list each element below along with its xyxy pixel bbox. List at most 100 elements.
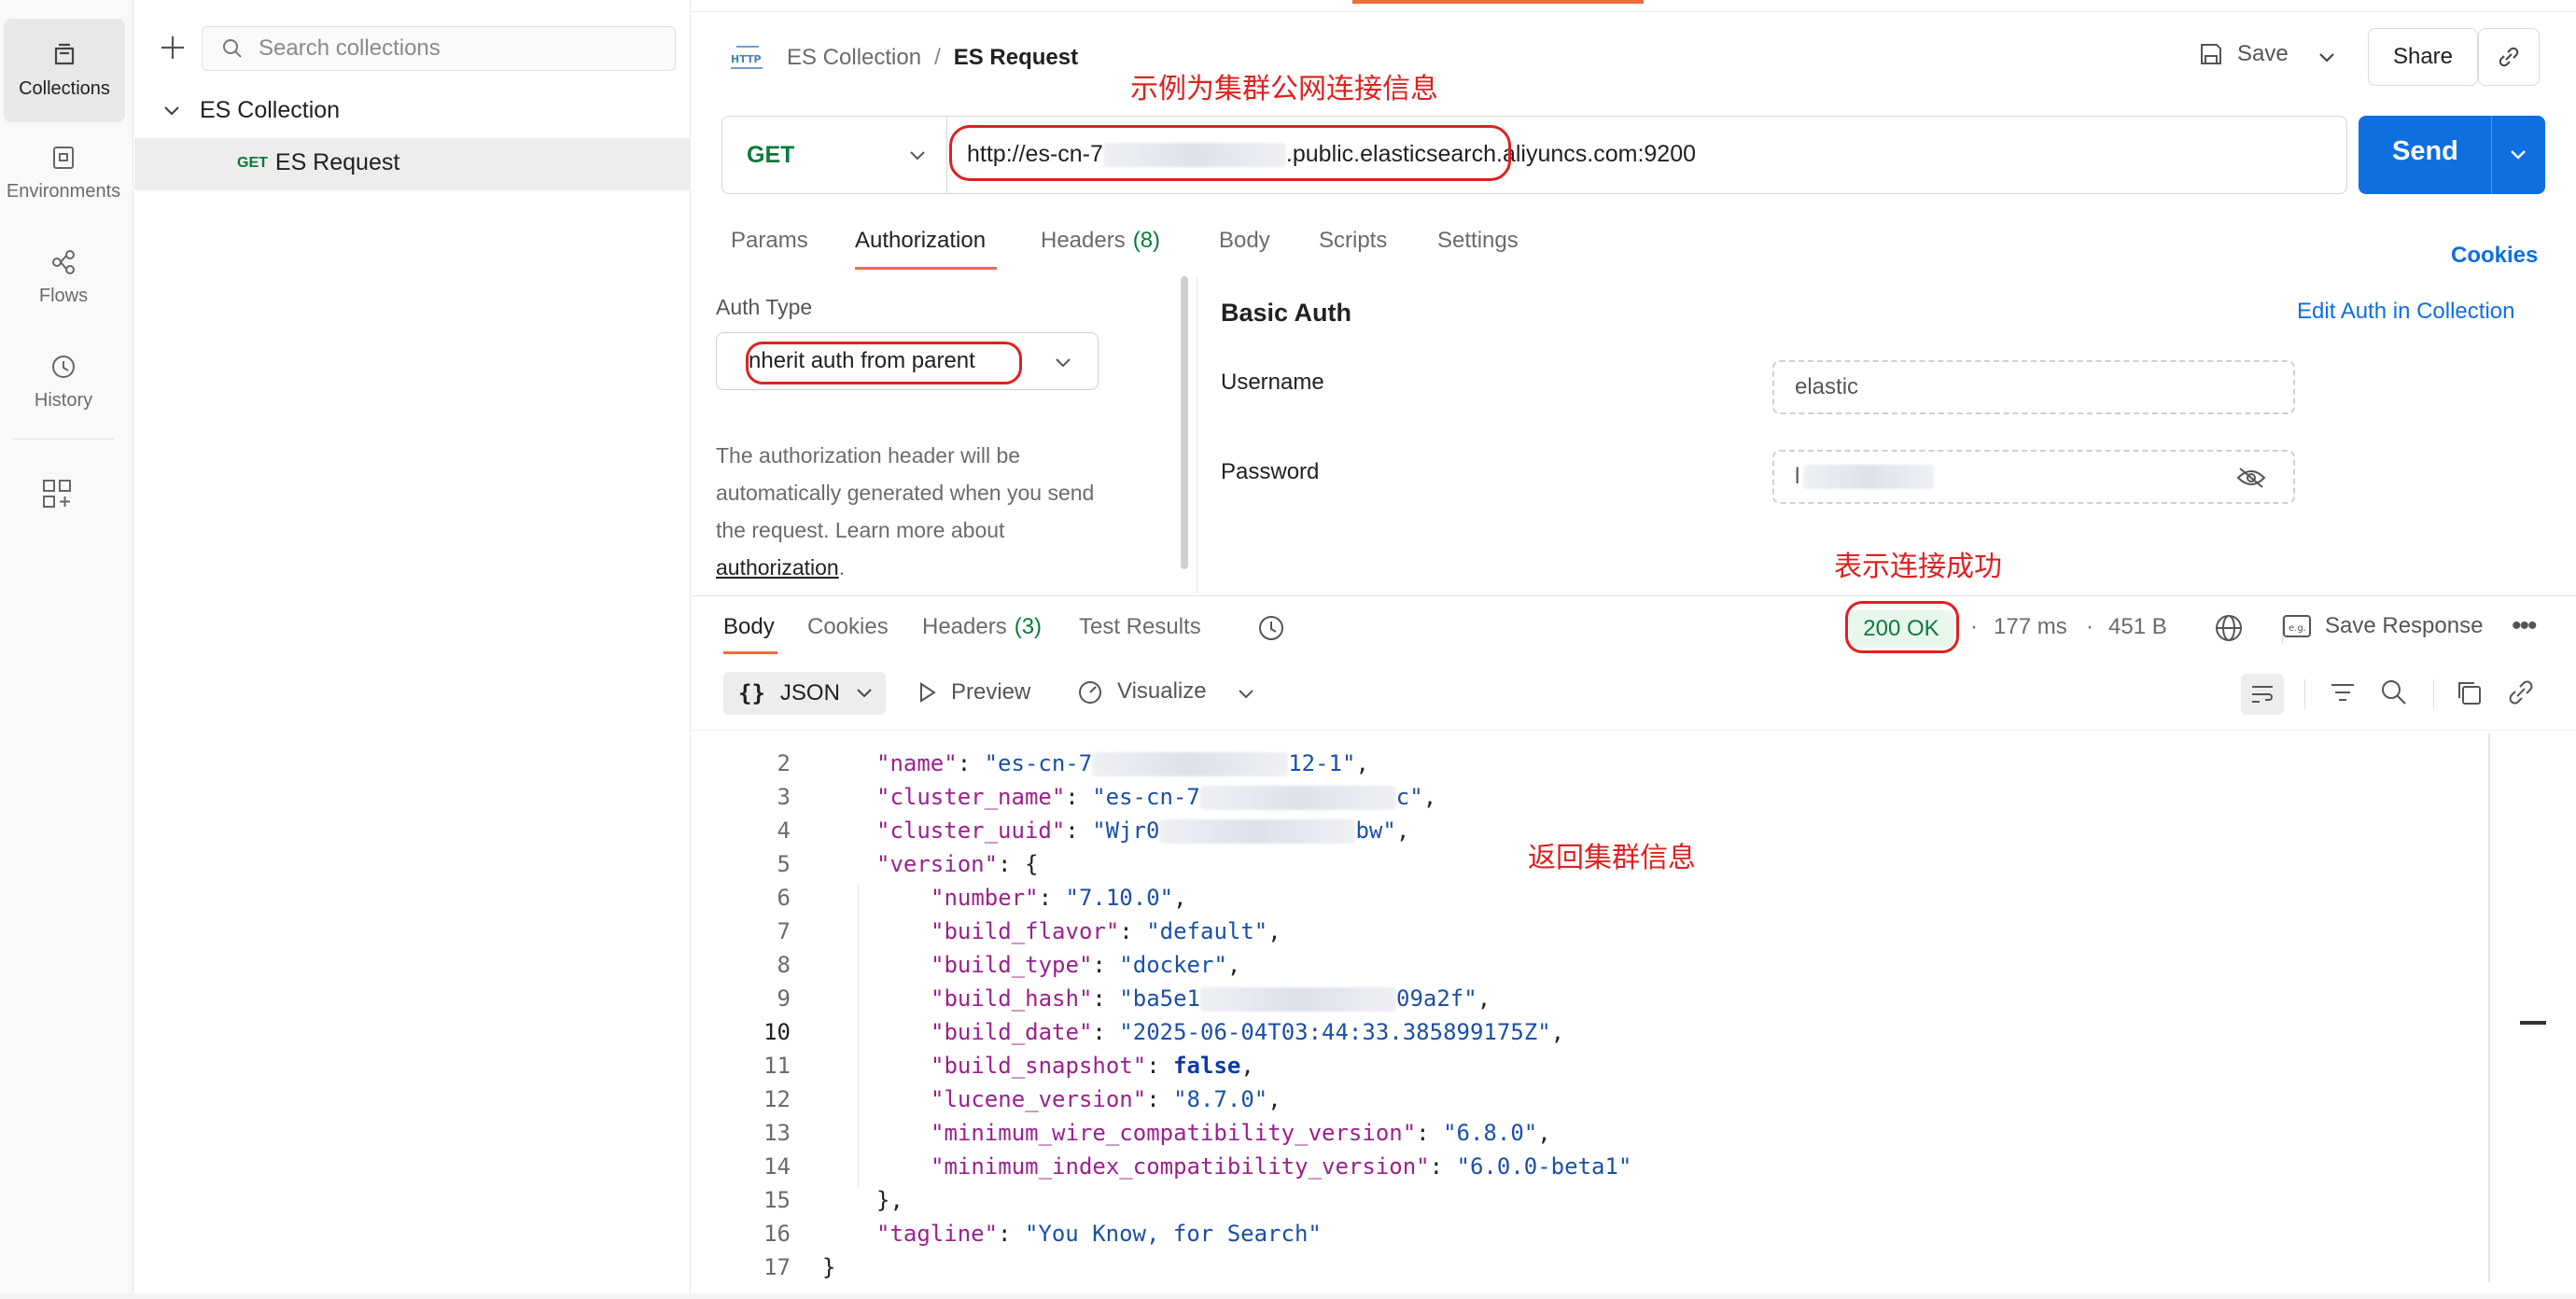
code-content: "build_hash": "ba5e1 09a2f", (931, 985, 1491, 1012)
eye-off-icon[interactable] (2235, 465, 2267, 491)
chevron-down-icon[interactable] (2508, 146, 2528, 164)
send-button[interactable]: Send (2359, 116, 2545, 194)
code-line: 15}, (692, 1187, 2465, 1221)
code-punct: , (1477, 985, 1491, 1012)
rail-history[interactable]: History (0, 330, 127, 434)
save-response-button[interactable]: e.g. Save Response (2282, 612, 2483, 640)
add-collection-button[interactable] (159, 34, 187, 62)
json-value: "ba5e1 (1119, 985, 1200, 1012)
request-item[interactable] (134, 138, 691, 190)
share-button[interactable]: Share (2368, 28, 2478, 86)
json-value: false (1173, 1053, 1241, 1079)
code-content: "build_flavor": "default", (931, 918, 1281, 944)
save-options-chevron[interactable] (2317, 49, 2336, 67)
code-content: }, (876, 1187, 903, 1213)
share-label: Share (2392, 44, 2454, 69)
chevron-down-icon (910, 151, 925, 161)
url-divider (946, 117, 947, 193)
visualize-button[interactable]: Visualize (1076, 677, 1207, 705)
editor-scrollbar-track[interactable] (2488, 733, 2490, 1282)
environments-icon (53, 147, 74, 169)
resp-tab-cookies[interactable]: Cookies (807, 614, 889, 640)
tab-indicator (1352, 0, 1644, 4)
tab-params[interactable]: Params (731, 228, 808, 254)
rail-collections[interactable]: Collections (4, 19, 125, 122)
request-item-content: GET ES Request (237, 149, 399, 176)
code-punct: }, (876, 1187, 903, 1213)
code-content: "lucene_version": "8.7.0", (931, 1086, 1281, 1112)
tab-headers[interactable]: Headers (8) (1041, 228, 1160, 254)
link-icon (2499, 47, 2519, 67)
main-panel: HTTP ES Collection / ES Request 示例为集群公网连… (692, 0, 2576, 1299)
send-divider (2491, 116, 2492, 194)
rail-flows[interactable]: Flows (0, 226, 127, 329)
line-number: 11 (763, 1053, 791, 1079)
indent-guide (858, 918, 859, 952)
rail-environments[interactable]: Environments (0, 121, 127, 225)
rail-label: Environments (6, 181, 121, 202)
resp-tab-headers[interactable]: Headers (3) (922, 614, 1042, 640)
tab-settings[interactable]: Settings (1437, 228, 1519, 254)
breadcrumb-current[interactable]: ES Request (954, 45, 1078, 71)
basic-auth-title: Basic Auth (1221, 299, 1352, 327)
help-line: the request. Learn more about (716, 518, 1005, 542)
tab-authorization[interactable]: Authorization (855, 228, 986, 254)
visualize-chevron[interactable] (1237, 685, 1255, 704)
save-label: Save (2237, 41, 2289, 66)
username-value: elastic (1795, 374, 1859, 399)
code-line: 2 "name": "es-cn-7 12-1", (692, 750, 2465, 784)
more-options-icon[interactable]: ••• (2512, 610, 2537, 642)
search-input[interactable]: Search collections (202, 26, 676, 71)
rail-label: Flows (38, 286, 89, 306)
chevron-down-icon (164, 105, 179, 116)
resp-tab-test-results[interactable]: Test Results (1079, 614, 1201, 640)
edit-auth-link[interactable]: Edit Auth in Collection (2297, 299, 2514, 325)
pane-scrollbar[interactable] (1181, 276, 1188, 569)
format-select[interactable]: {} JSON (723, 672, 886, 715)
copy-link-button[interactable] (2478, 28, 2540, 86)
json-value: "6.0.0-beta1" (1456, 1153, 1632, 1180)
redacted-text (1159, 819, 1356, 844)
json-key: "minimum_index_compatibility_version" (931, 1153, 1430, 1180)
code-line: 6 "number": "7.10.0", (692, 885, 2465, 918)
redacted-text (1199, 786, 1396, 810)
link-icon[interactable] (2506, 677, 2536, 707)
preview-button[interactable]: Preview (917, 679, 1030, 705)
rail-label: History (34, 390, 93, 411)
response-size[interactable]: 451 B (2108, 614, 2167, 640)
http-icon: HTTP (729, 41, 764, 75)
send-label: Send (2392, 136, 2458, 166)
code-divider (692, 730, 2576, 731)
response-dot-sep: · (2086, 614, 2093, 639)
save-button[interactable]: Save (2198, 41, 2289, 67)
history-icon[interactable] (1255, 612, 1287, 644)
response-body-editor[interactable]: 2 "name": "es-cn-7 12-1", 3 "cluster_name": … (692, 733, 2540, 1284)
chevron-down-icon (1056, 358, 1071, 368)
json-value: "es-cn-7 (1092, 784, 1200, 810)
tab-body[interactable]: Body (1219, 228, 1270, 254)
apps-icon[interactable] (41, 478, 73, 510)
cookies-link[interactable]: Cookies (2451, 243, 2538, 269)
request-name: ES Request (274, 149, 400, 175)
json-key: "build_type" (931, 952, 1093, 978)
line-number: 6 (777, 885, 791, 911)
password-field[interactable]: l (1772, 450, 2295, 504)
search-icon[interactable] (2379, 677, 2409, 707)
breadcrumb-parent[interactable]: ES Collection (787, 45, 921, 71)
line-number: 16 (763, 1221, 791, 1247)
tab-scripts[interactable]: Scripts (1319, 228, 1387, 254)
filter-icon[interactable] (2329, 679, 2357, 707)
response-time[interactable]: 177 ms (1994, 614, 2067, 640)
wrap-lines-button[interactable] (2241, 674, 2284, 715)
code-punct: , (1267, 918, 1281, 944)
collection-item[interactable]: ES Collection (162, 97, 340, 124)
code-content: "tagline": "You Know, for Search" (876, 1221, 1322, 1247)
username-field[interactable]: elastic (1772, 360, 2295, 414)
json-key: "number" (931, 885, 1039, 911)
play-icon (920, 682, 936, 703)
resp-tab-body[interactable]: Body (723, 614, 775, 640)
line-number: 8 (777, 952, 791, 978)
authorization-link[interactable]: authorization (716, 555, 839, 580)
copy-icon[interactable] (2454, 677, 2484, 707)
globe-icon[interactable] (2213, 612, 2245, 644)
